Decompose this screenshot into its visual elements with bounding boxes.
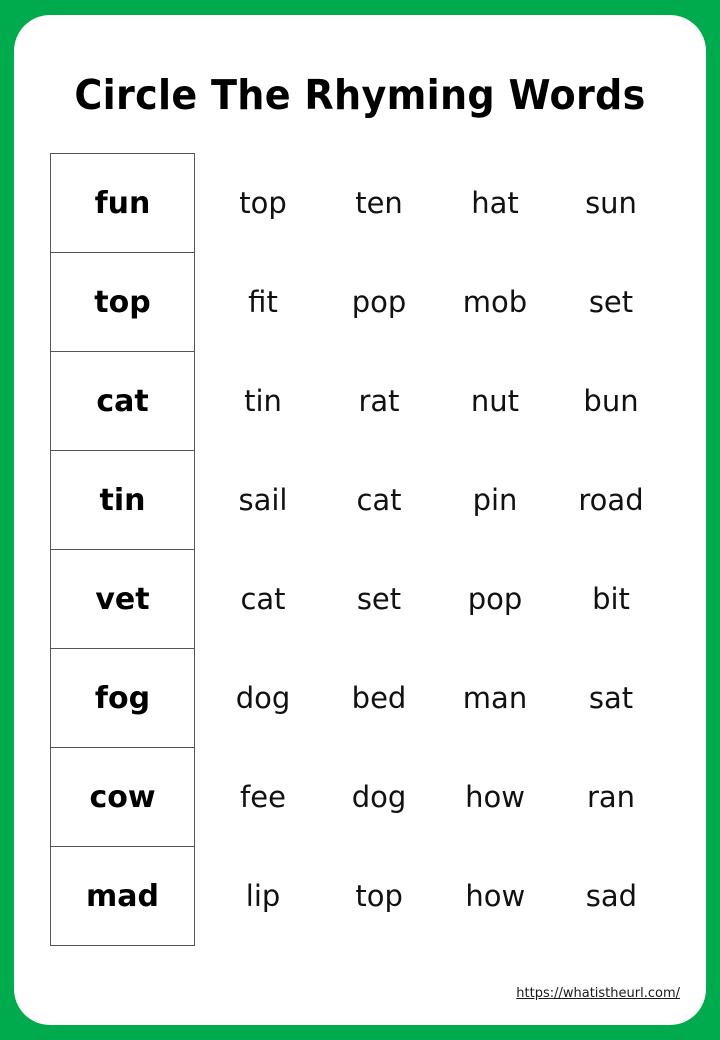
option-word[interactable]: sat [553,681,669,715]
option-word[interactable]: nut [437,384,553,418]
option-word[interactable]: pin [437,483,553,517]
options-row: top ten hat sun [205,186,669,220]
key-word-cell: fun [50,153,195,253]
option-word[interactable]: ran [553,780,669,814]
table-row: cat tin rat nut bun [50,351,670,451]
option-word[interactable]: cat [205,582,321,616]
key-word-cell: cat [50,351,195,451]
table-body: fun top ten hat sun top fit pop mob set … [50,153,670,946]
options-cell: dog bed man sat [195,649,670,748]
options-row: sail cat pin road [205,483,669,517]
options-cell: fee dog how ran [195,748,670,847]
options-cell: sail cat pin road [195,451,670,550]
option-word[interactable]: fee [205,780,321,814]
option-word[interactable]: tin [205,384,321,418]
option-word[interactable]: hat [437,186,553,220]
options-row: fit pop mob set [205,285,669,319]
table-row: tin sail cat pin road [50,450,670,550]
table-row: vet cat set pop bit [50,549,670,649]
options-row: cat set pop bit [205,582,669,616]
option-word[interactable]: sun [553,186,669,220]
options-row: tin rat nut bun [205,384,669,418]
option-word[interactable]: rat [321,384,437,418]
options-row: lip top how sad [205,879,670,913]
option-word[interactable]: bed [321,681,437,715]
option-word[interactable]: top [321,879,437,913]
options-cell: top ten hat sun [195,154,670,253]
key-word-cell: cow [50,747,195,847]
option-word[interactable]: bun [553,384,669,418]
rhyming-words-table: fun top ten hat sun top fit pop mob set … [50,153,670,946]
option-word[interactable]: sail [205,483,321,517]
option-word[interactable]: dog [321,780,437,814]
option-word[interactable]: set [321,582,437,616]
table-row: top fit pop mob set [50,252,670,352]
option-word[interactable]: dog [205,681,321,715]
worksheet-page: Circle The Rhyming Words fun top ten hat… [0,0,720,1040]
options-cell: lip top how sad [195,847,670,946]
key-word-cell: fog [50,648,195,748]
option-word[interactable]: mob [437,285,553,319]
options-cell: fit pop mob set [195,253,670,352]
option-word[interactable]: cat [321,483,437,517]
table-row: fog dog bed man sat [50,648,670,748]
options-cell: cat set pop bit [195,550,670,649]
key-word-cell: top [50,252,195,352]
option-word[interactable]: sad [553,879,669,913]
option-word[interactable]: pop [321,285,437,319]
table-row: mad lip top how sad [50,846,670,946]
options-row: dog bed man sat [205,681,669,715]
option-word[interactable]: man [437,681,553,715]
key-word-cell: tin [50,450,195,550]
key-word-cell: vet [50,549,195,649]
option-word[interactable]: how [437,780,553,814]
option-word[interactable]: road [553,483,669,517]
source-url-link[interactable]: https://whatistheurl.com/ [516,986,680,1001]
option-word[interactable]: top [205,186,321,220]
options-row: fee dog how ran [205,780,669,814]
table-row: cow fee dog how ran [50,747,670,847]
key-word-cell: mad [50,846,195,946]
option-word[interactable]: pop [437,582,553,616]
page-card: Circle The Rhyming Words fun top ten hat… [14,15,706,1025]
table-row: fun top ten hat sun [50,153,670,253]
option-word[interactable]: set [553,285,669,319]
options-cell: tin rat nut bun [195,352,670,451]
page-title: Circle The Rhyming Words [74,71,646,119]
option-word[interactable]: how [437,879,553,913]
option-word[interactable]: lip [205,879,321,913]
option-word[interactable]: ten [321,186,437,220]
option-word[interactable]: bit [553,582,669,616]
option-word[interactable]: fit [205,285,321,319]
